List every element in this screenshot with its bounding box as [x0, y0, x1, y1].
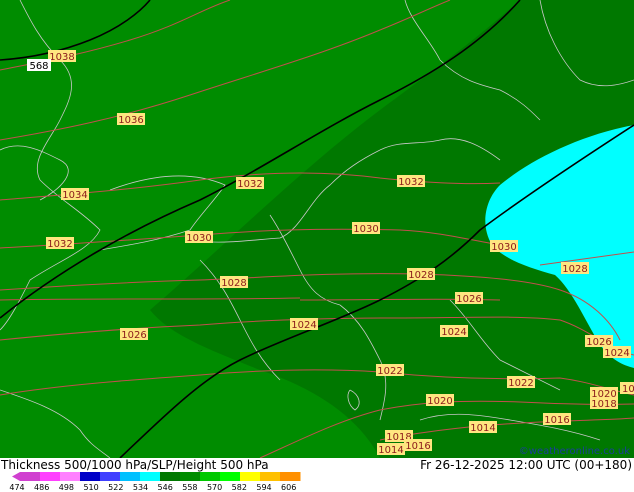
svg-text:1036: 1036 [118, 115, 143, 126]
isobar-label: 1032 [397, 175, 425, 188]
height-label: 568 [27, 59, 51, 72]
svg-text:1028: 1028 [408, 270, 433, 281]
isobar-label: 1028 [561, 262, 589, 275]
svg-text:1034: 1034 [62, 190, 87, 201]
isobar-label: 1022 [376, 364, 404, 377]
map-canvas: 1038 1036 1034 1032 1032 1032 1030 1030 … [0, 0, 634, 458]
scale-tick: 474 [9, 483, 25, 492]
scale-tick: 510 [83, 483, 99, 492]
scale-swatch [280, 472, 301, 481]
scale-swatch [40, 472, 61, 481]
svg-text:1024: 1024 [291, 320, 316, 331]
svg-text:1014: 1014 [470, 423, 495, 434]
credit-link[interactable]: ©weatheronline.co.uk [519, 446, 630, 457]
svg-text:1032: 1032 [398, 177, 423, 188]
scale-arrow [12, 472, 20, 481]
scale-swatch [120, 472, 141, 481]
isobar-label: 1014 [469, 421, 497, 434]
isobar-label: 1028 [220, 276, 248, 289]
svg-text:1016: 1016 [544, 415, 569, 426]
svg-text:1020: 1020 [427, 396, 452, 407]
scale-swatch [260, 472, 281, 481]
scale-tick: 498 [58, 483, 75, 492]
isobar-label: 1030 [185, 231, 213, 244]
svg-text:1030: 1030 [186, 233, 211, 244]
scale-swatch [60, 472, 81, 481]
map-title: Thickness 500/1000 hPa/SLP/Height 500 hP… [1, 458, 269, 472]
map-datetime: Fr 26-12-2025 12:00 UTC (00+180) [420, 458, 632, 472]
svg-text:1028: 1028 [562, 264, 587, 275]
isobar-label: 1016 [404, 439, 432, 452]
scale-swatch [200, 472, 221, 481]
scale-tick: 546 [157, 483, 173, 492]
isobar-label: 1036 [117, 113, 145, 126]
svg-text:1030: 1030 [353, 224, 378, 235]
scale-swatch [140, 472, 161, 481]
svg-text:1026: 1026 [121, 330, 146, 341]
map-footer: ©weatheronline.co.uk Thickness 500/1000 … [0, 446, 634, 492]
isobar-label: 1014 [377, 443, 405, 456]
svg-text:1024: 1024 [441, 327, 466, 338]
scale-swatch [100, 472, 121, 481]
isobar-label: 1030 [490, 240, 518, 253]
scale-swatch [180, 472, 201, 481]
isobar-label: 1030 [352, 222, 380, 235]
svg-text:1030: 1030 [491, 242, 516, 253]
scale-tick: 570 [206, 483, 223, 492]
scale-swatch [160, 472, 181, 481]
svg-text:1028: 1028 [221, 278, 246, 289]
svg-text:1024: 1024 [604, 348, 629, 359]
scale-tick: 534 [132, 483, 149, 492]
isobar-label: 1016 [543, 413, 571, 426]
svg-text:1022: 1022 [508, 378, 533, 389]
svg-text:1038: 1038 [49, 52, 74, 63]
isobar-label: 1024 [440, 325, 468, 338]
svg-text:1016: 1016 [405, 441, 430, 452]
isobar-label: 1022 [507, 376, 535, 389]
isobar-label: 1018 [590, 397, 618, 410]
scale-swatch [80, 472, 101, 481]
weather-map-view: 1038 1036 1034 1032 1032 1032 1030 1030 … [0, 0, 634, 492]
isobar-label: 1038 [48, 50, 76, 63]
isobar-label: 102 [620, 382, 634, 395]
svg-text:568: 568 [29, 61, 48, 72]
isobar-label: 1024 [603, 346, 631, 359]
scale-swatch [20, 472, 41, 481]
isobar-label: 1026 [455, 292, 483, 305]
scale-tick: 522 [108, 483, 124, 492]
scale-tick: 606 [281, 483, 297, 492]
svg-text:1018: 1018 [591, 399, 616, 410]
scale-tick: 582 [231, 483, 247, 492]
svg-text:1032: 1032 [47, 239, 72, 250]
svg-text:1022: 1022 [377, 366, 402, 377]
isobar-label: 1026 [120, 328, 148, 341]
isobar-label: 1024 [290, 318, 318, 331]
isobar-label: 1020 [426, 394, 454, 407]
svg-text:1026: 1026 [456, 294, 481, 305]
isobar-label: 1028 [407, 268, 435, 281]
svg-text:1014: 1014 [378, 445, 403, 456]
scale-tick: 486 [34, 483, 50, 492]
scale-swatch [220, 472, 241, 481]
scale-tick: 594 [256, 483, 272, 492]
isobar-label: 1034 [61, 188, 89, 201]
svg-text:102: 102 [622, 384, 634, 395]
scale-swatch [240, 472, 261, 481]
isobar-label: 1032 [46, 237, 74, 250]
svg-text:1032: 1032 [237, 179, 262, 190]
scale-tick: 558 [182, 483, 198, 492]
isobar-label: 1032 [236, 177, 264, 190]
